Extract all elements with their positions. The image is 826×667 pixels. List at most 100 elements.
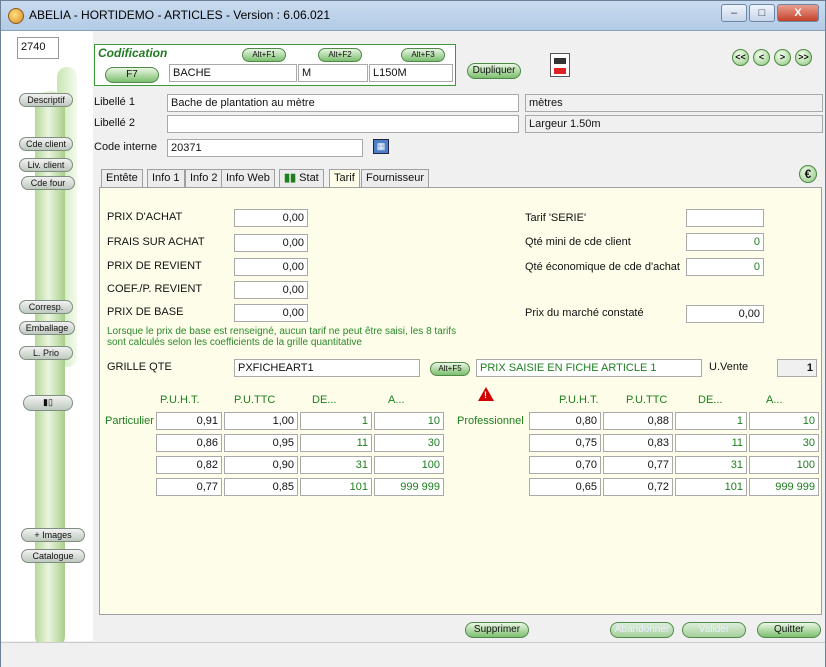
frais-input[interactable]: 0,00 [234, 234, 308, 252]
grille-input[interactable]: PXFICHEART1 [234, 359, 420, 377]
sidebar-item-images[interactable]: + Images [21, 528, 85, 542]
particulier-price-cell[interactable]: 1,00 [224, 412, 298, 430]
alt-f1-button[interactable]: Alt+F1 [242, 48, 286, 62]
particulier-price-cell[interactable]: 0,86 [156, 434, 222, 452]
prix-marche-label: Prix du marché constaté [525, 307, 644, 319]
professionnel-price-cell[interactable]: 11 [675, 434, 747, 452]
particulier-price-cell[interactable]: 100 [374, 456, 444, 474]
professionnel-price-cell[interactable]: 0,72 [603, 478, 673, 496]
libelle2-input[interactable] [167, 115, 519, 133]
professionnel-price-cell[interactable]: 10 [749, 412, 819, 430]
supprimer-button[interactable]: Supprimer [465, 622, 529, 638]
professionnel-price-cell[interactable]: 0,75 [529, 434, 601, 452]
sidebar-item-emballage[interactable]: Emballage [19, 321, 75, 335]
professionnel-price-cell[interactable]: 0,77 [603, 456, 673, 474]
particulier-price-cell[interactable]: 30 [374, 434, 444, 452]
tab-info2[interactable]: Info 2 [185, 169, 223, 187]
particulier-price-cell[interactable]: 10 [374, 412, 444, 430]
professionnel-price-cell[interactable]: 30 [749, 434, 819, 452]
particulier-price-cell[interactable]: 0,95 [224, 434, 298, 452]
particulier-price-cell[interactable]: 0,77 [156, 478, 222, 496]
particulier-price-cell[interactable]: 0,85 [224, 478, 298, 496]
tab-info1[interactable]: Info 1 [147, 169, 185, 187]
sidebar-item-cde-client[interactable]: Cde client [19, 137, 73, 151]
sidebar-item-descriptif[interactable]: Descriptif [19, 93, 73, 107]
codification-box: Codification Alt+F1 Alt+F2 Alt+F3 F7 BAC… [94, 44, 456, 86]
professionnel-price-cell[interactable]: 0,70 [529, 456, 601, 474]
sidebar-item-catalogue[interactable]: Catalogue [21, 549, 85, 563]
professionnel-price-cell[interactable]: 0,88 [603, 412, 673, 430]
prix-achat-input[interactable]: 0,00 [234, 209, 308, 227]
particulier-price-cell[interactable]: 0,82 [156, 456, 222, 474]
nav-prev-button[interactable]: < [753, 49, 770, 66]
dupliquer-button[interactable]: Dupliquer [467, 63, 521, 79]
libelle1-label: Libellé 1 [94, 96, 135, 108]
libelle2-label: Libellé 2 [94, 117, 135, 129]
particulier-price-cell[interactable]: 999 999 [374, 478, 444, 496]
particulier-price-cell[interactable]: 31 [300, 456, 372, 474]
qte-eco-label: Qté économique de cde d'achat [525, 261, 680, 273]
lookup-icon[interactable]: ▦ [373, 139, 389, 154]
professionnel-label: Professionnel [457, 415, 524, 427]
f7-button[interactable]: F7 [105, 67, 159, 83]
code-interne-input[interactable]: 20371 [167, 139, 363, 157]
prix-base-input[interactable]: 0,00 [234, 304, 308, 322]
uvente-field: 1 [777, 359, 817, 377]
document-icon[interactable] [550, 53, 570, 77]
professionnel-price-cell[interactable]: 0,83 [603, 434, 673, 452]
tab-tarif[interactable]: Tarif [329, 169, 360, 188]
status-bar [1, 642, 825, 667]
minimize-button[interactable]: – [721, 4, 747, 22]
particulier-price-cell[interactable]: 0,91 [156, 412, 222, 430]
alt-f5-button[interactable]: Alt+F5 [430, 362, 470, 376]
nav-last-button[interactable]: >> [795, 49, 812, 66]
maximize-button[interactable]: □ [749, 4, 775, 22]
nav-next-button[interactable]: > [774, 49, 791, 66]
professionnel-price-cell[interactable]: 1 [675, 412, 747, 430]
coef-input[interactable]: 0,00 [234, 281, 308, 299]
professionnel-price-cell[interactable]: 0,65 [529, 478, 601, 496]
book-icon[interactable]: ▮▯ [23, 395, 73, 411]
tab-entete[interactable]: Entête [101, 169, 143, 187]
particulier-price-cell[interactable]: 11 [300, 434, 372, 452]
grille-label: GRILLE QTE [107, 361, 172, 373]
sidebar-item-corresp[interactable]: Corresp. [19, 300, 73, 314]
prix-revient-input[interactable]: 0,00 [234, 258, 308, 276]
tab-stat[interactable]: ▮▮ Stat [279, 169, 324, 187]
tarif-serie-input[interactable] [686, 209, 764, 227]
code-part1-input[interactable]: BACHE [169, 64, 297, 82]
libelle1-input[interactable]: Bache de plantation au mètre [167, 94, 519, 112]
particulier-price-cell[interactable]: 101 [300, 478, 372, 496]
part-header-puht: P.U.H.T. [160, 394, 200, 406]
tab-info-web[interactable]: Info Web [221, 169, 275, 187]
sidebar-item-cde-four[interactable]: Cde four [21, 176, 75, 190]
particulier-price-cell[interactable]: 0,90 [224, 456, 298, 474]
close-button[interactable]: X [777, 4, 819, 22]
qte-mini-input[interactable]: 0 [686, 233, 764, 251]
qte-eco-input[interactable]: 0 [686, 258, 764, 276]
tab-fournisseur[interactable]: Fournisseur [361, 169, 430, 187]
professionnel-price-cell[interactable]: 100 [749, 456, 819, 474]
nav-first-button[interactable]: << [732, 49, 749, 66]
tarif-serie-label: Tarif 'SERIE' [525, 212, 587, 224]
code-part2-input[interactable]: M [298, 64, 368, 82]
warning-icon: ! [478, 387, 494, 401]
code-part3-input[interactable]: L150M [369, 64, 453, 82]
quitter-button[interactable]: Quitter [757, 622, 821, 638]
prix-marche-input[interactable]: 0,00 [686, 305, 764, 323]
sidebar-item-l-prio[interactable]: L. Prio [19, 346, 73, 360]
particulier-price-cell[interactable]: 1 [300, 412, 372, 430]
app-window: ABELIA - HORTIDEMO - ARTICLES - Version … [0, 0, 826, 667]
unite-field: mètres [525, 94, 823, 112]
coef-label: COEF./P. REVIENT [107, 283, 203, 295]
sidebar-item-liv-client[interactable]: Liv. client [19, 158, 73, 172]
professionnel-price-cell[interactable]: 0,80 [529, 412, 601, 430]
euro-icon[interactable]: € [799, 165, 817, 183]
alt-f3-button[interactable]: Alt+F3 [401, 48, 445, 62]
abandonner-button[interactable]: Abandonner [610, 622, 674, 638]
valider-button[interactable]: Valider [682, 622, 746, 638]
alt-f2-button[interactable]: Alt+F2 [318, 48, 362, 62]
professionnel-price-cell[interactable]: 101 [675, 478, 747, 496]
professionnel-price-cell[interactable]: 999 999 [749, 478, 819, 496]
professionnel-price-cell[interactable]: 31 [675, 456, 747, 474]
